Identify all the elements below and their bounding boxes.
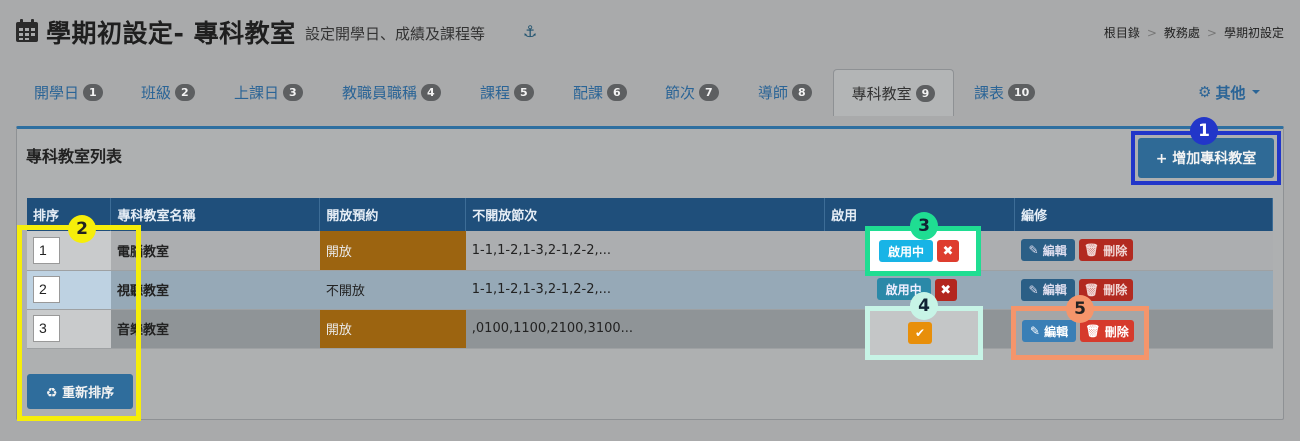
tab-tutors[interactable]: 導師 8 bbox=[758, 77, 812, 107]
disable-button[interactable]: ✖ bbox=[934, 279, 957, 301]
enabled-status-button[interactable]: 啟用中 bbox=[879, 240, 933, 262]
tab-staff-titles[interactable]: 教職員職稱 4 bbox=[342, 77, 441, 107]
page-subtitle: 設定開學日、成績及課程等 bbox=[305, 25, 486, 43]
tab-badge: 9 bbox=[915, 84, 936, 102]
page-header: 學期初設定- 專科教室 設定開學日、成績及課程等 ⚓ 根目錄 > 教務處 > 學期初設定 bbox=[0, 0, 1300, 64]
edit-button[interactable]: ✎ 編輯 bbox=[1020, 278, 1075, 301]
edit-icon: ✎ bbox=[1029, 324, 1040, 338]
edit-button[interactable]: ✎ 編輯 bbox=[1020, 239, 1075, 262]
panel-title: 專科教室列表 bbox=[26, 147, 123, 166]
reservable-status: 開放 bbox=[319, 309, 466, 349]
delete-button[interactable]: 🗑 刪除 bbox=[1080, 320, 1134, 342]
tab-badge: 6 bbox=[607, 83, 627, 101]
classroom-name: 視聽教室 bbox=[110, 270, 320, 310]
breadcrumb: 根目錄 > 教務處 > 學期初設定 bbox=[1103, 26, 1284, 40]
page-title: 學期初設定- 專科教室 bbox=[46, 19, 296, 48]
reservable-status: 不開放 bbox=[319, 270, 466, 310]
tab-badge: 8 bbox=[792, 83, 812, 101]
anchor-icon[interactable]: ⚓ bbox=[523, 22, 537, 41]
breadcrumb-current: 學期初設定 bbox=[1223, 26, 1284, 40]
caret-down-icon bbox=[1252, 90, 1261, 94]
trash-icon: 🗑 bbox=[1083, 243, 1100, 258]
tab-school-days[interactable]: 上課日 3 bbox=[234, 77, 303, 107]
tab-badge: 5 bbox=[514, 83, 534, 101]
tab-courses[interactable]: 課程 5 bbox=[480, 77, 534, 107]
classroom-name: 電腦教室 bbox=[110, 231, 320, 271]
col-header-name: 專科教室名稱 bbox=[110, 198, 321, 231]
tab-classes[interactable]: 班級 2 bbox=[141, 77, 195, 107]
tab-timetable[interactable]: 課表 10 bbox=[974, 77, 1036, 107]
closed-periods: 1-1,1-2,1-3,2-1,2-2,... bbox=[465, 270, 825, 310]
tab-badge: 7 bbox=[699, 83, 719, 101]
breadcrumb-root[interactable]: 根目錄 bbox=[1104, 26, 1140, 40]
callout-number-5: 5 bbox=[1066, 295, 1094, 323]
classroom-name: 音樂教室 bbox=[110, 309, 320, 349]
col-header-edit: 編修 bbox=[1014, 198, 1273, 231]
reservable-status: 開放 bbox=[319, 231, 466, 271]
tab-periods[interactable]: 節次 7 bbox=[665, 77, 719, 107]
gear-icon: ⚙ bbox=[1198, 83, 1212, 101]
edit-button[interactable]: ✎ 編輯 bbox=[1022, 320, 1076, 342]
callout-number-1: 1 bbox=[1190, 117, 1218, 145]
table-row: 1 電腦教室 開放 1-1,1-2,1-3,2-1,2-2,... ✎ 編輯 🗑 … bbox=[27, 231, 1273, 271]
tab-badge: 1 bbox=[83, 83, 103, 101]
callout-number-2: 2 bbox=[68, 215, 96, 243]
col-header-closed-periods: 不開放節次 bbox=[465, 198, 826, 231]
callout-frame-2 bbox=[17, 225, 141, 421]
tab-badge: 10 bbox=[1008, 83, 1036, 101]
calendar-icon bbox=[16, 19, 38, 42]
disable-button[interactable]: ✖ bbox=[937, 240, 959, 262]
trash-icon: 🗑 bbox=[1085, 324, 1101, 338]
tab-badge: 4 bbox=[421, 83, 441, 101]
tab-badge: 2 bbox=[175, 83, 195, 101]
col-header-reservable: 開放預約 bbox=[319, 198, 467, 231]
tab-start-date[interactable]: 開學日 1 bbox=[34, 77, 103, 107]
enable-check-button[interactable]: ✔ bbox=[908, 322, 932, 344]
trash-icon: 🗑 bbox=[1083, 282, 1100, 297]
edit-icon: ✎ bbox=[1028, 243, 1039, 258]
closed-periods: 1-1,1-2,1-3,2-1,2-2,... bbox=[465, 231, 825, 271]
callout-number-3: 3 bbox=[910, 212, 938, 240]
tab-badge: 3 bbox=[283, 83, 303, 101]
tab-bar: 開學日 1 班級 2 上課日 3 教職員職稱 4 課程 5 配課 6 節次 7 導師 8 專科教… bbox=[16, 69, 1284, 116]
closed-periods: ,0100,1100,2100,3100... bbox=[465, 309, 825, 349]
delete-button[interactable]: 🗑 刪除 bbox=[1078, 239, 1133, 262]
callout-number-4: 4 bbox=[910, 292, 938, 320]
tab-special-classrooms[interactable]: 專科教室 9 bbox=[833, 69, 954, 116]
other-menu-dropdown[interactable]: ⚙ 其他 bbox=[1198, 77, 1261, 107]
tab-assign-courses[interactable]: 配課 6 bbox=[573, 77, 627, 107]
breadcrumb-academic-affairs[interactable]: 教務處 bbox=[1164, 26, 1200, 40]
edit-icon: ✎ bbox=[1028, 282, 1039, 297]
